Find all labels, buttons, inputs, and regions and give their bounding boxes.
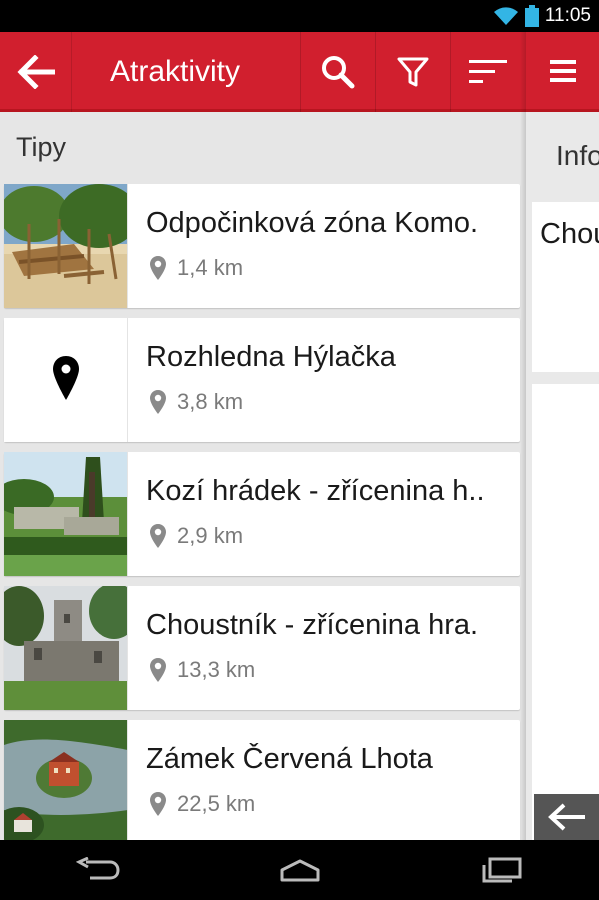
- list-item[interactable]: Zámek Červená Lhota 22,5 km: [4, 720, 520, 840]
- item-distance: 22,5 km: [177, 791, 256, 816]
- filter-button[interactable]: [375, 32, 450, 112]
- status-bar: 11:05: [0, 0, 599, 32]
- search-icon: [322, 56, 355, 89]
- detail-card[interactable]: Chou: [532, 202, 599, 372]
- distance-row: 22,5 km: [149, 790, 255, 818]
- list-item[interactable]: Rozhledna Hýlačka 3,8 km: [4, 318, 520, 442]
- status-time: 11:05: [544, 5, 591, 26]
- list-item[interactable]: Odpočinková zóna Komo. 1,4 km: [4, 184, 520, 308]
- detail-panel[interactable]: Info Chou: [526, 32, 599, 840]
- attractions-panel: Atraktivity Tipy Odpočinková zóna Komo. …: [0, 32, 526, 840]
- distance-row: 3,8 km: [149, 388, 243, 416]
- item-title: Zámek Červená Lhota: [146, 743, 433, 775]
- detail-card-secondary: [532, 384, 599, 840]
- item-distance: 2,9 km: [177, 523, 244, 548]
- item-title: Choustník - zřícenina hra.: [146, 609, 479, 641]
- menu-icon[interactable]: [549, 59, 576, 83]
- location-pin-icon: [150, 524, 166, 548]
- castle-ruin-photo: [4, 452, 128, 576]
- sort-button[interactable]: [450, 32, 525, 112]
- battery-icon: [524, 5, 539, 27]
- nav-back-button[interactable]: [58, 840, 138, 900]
- search-button[interactable]: [300, 32, 375, 112]
- sort-icon: [469, 60, 507, 83]
- home-icon: [280, 859, 320, 882]
- item-distance: 3,8 km: [177, 389, 244, 414]
- location-pin-icon: [150, 390, 166, 414]
- map-pin-icon: [53, 356, 79, 400]
- section-header: Tipy: [0, 115, 526, 175]
- arrow-left-icon: [547, 803, 585, 831]
- location-pin-icon: [150, 256, 166, 280]
- castle-tower-photo: [4, 586, 128, 710]
- detail-header-label: Info: [556, 140, 599, 171]
- status-icons: 11:05: [493, 4, 591, 28]
- section-header-label: Tipy: [16, 132, 67, 162]
- item-title: Odpočinková zóna Komo.: [146, 207, 479, 239]
- action-bar: Atraktivity: [0, 32, 526, 112]
- recent-apps-icon: [482, 857, 522, 883]
- nav-home-button[interactable]: [260, 840, 340, 900]
- app-content: Atraktivity Tipy Odpočinková zóna Komo. …: [0, 32, 599, 840]
- back-icon: [76, 857, 120, 880]
- location-pin-icon: [150, 792, 166, 816]
- detail-card-title: Chou: [540, 218, 599, 250]
- distance-row: 1,4 km: [149, 254, 243, 282]
- item-distance: 1,4 km: [177, 255, 244, 280]
- chateau-lake-photo: [4, 720, 128, 840]
- item-title: Rozhledna Hýlačka: [146, 341, 396, 373]
- playground-photo: [4, 184, 128, 308]
- wifi-icon: [493, 6, 519, 26]
- system-nav-bar: [0, 840, 599, 900]
- detail-header: Info: [526, 115, 599, 195]
- item-distance: 13,3 km: [177, 657, 256, 682]
- back-button[interactable]: [0, 32, 72, 112]
- distance-row: 2,9 km: [149, 522, 243, 550]
- distance-row: 13,3 km: [149, 656, 255, 684]
- nav-recent-apps-button[interactable]: [462, 840, 542, 900]
- list-item[interactable]: Choustník - zřícenina hra. 13,3 km: [4, 586, 520, 710]
- location-pin-icon: [150, 658, 166, 682]
- page-title: Atraktivity: [110, 55, 241, 88]
- map-pin-placeholder: [4, 318, 128, 442]
- filter-icon: [397, 57, 429, 87]
- detail-action-bar: [526, 32, 599, 112]
- detail-back-button[interactable]: [534, 794, 599, 840]
- list-item[interactable]: Kozí hrádek - zřícenina h.. 2,9 km: [4, 452, 520, 576]
- item-title: Kozí hrádek - zřícenina h..: [146, 475, 485, 507]
- arrow-left-icon: [16, 55, 55, 89]
